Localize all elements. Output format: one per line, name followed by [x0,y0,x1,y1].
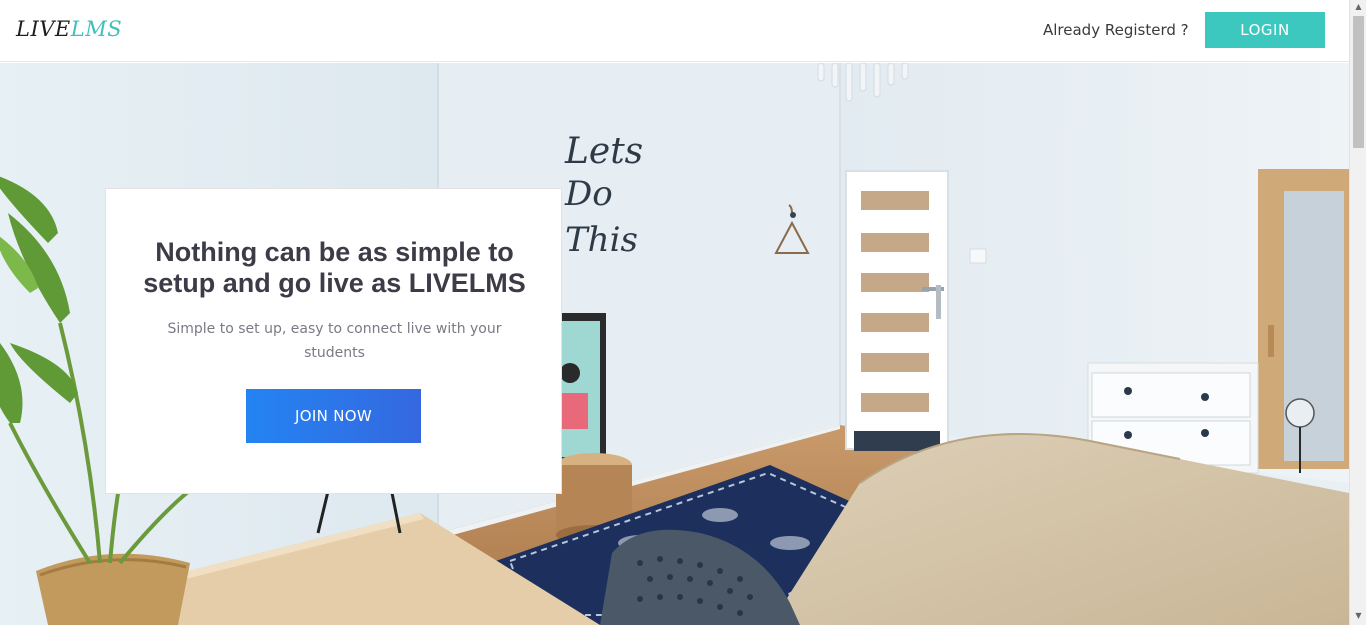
wall-lettering-line-3: This [565,220,638,260]
scroll-up-arrow-icon[interactable]: ▲ [1350,0,1366,14]
logo-part-lms: LMS [70,17,123,41]
scrollbar-thumb[interactable] [1353,16,1364,148]
top-navbar: LIVELMS Already Registerd ? LOGIN [0,0,1349,62]
hero-card: Nothing can be as simple to setup and go… [105,188,562,494]
already-registered-text: Already Registerd ? [1043,21,1189,39]
wall-lettering-line-2: Do [564,174,613,214]
hero-title: Nothing can be as simple to setup and go… [143,237,526,298]
wall-lettering-line-1: Lets [564,131,643,172]
page-scrollbar[interactable]: ▲ ▼ [1349,0,1366,625]
logo-part-live: LIVE [16,17,71,41]
login-button[interactable]: LOGIN [1205,12,1325,48]
hero-subtitle: Simple to set up, easy to connect live w… [167,321,502,361]
logo[interactable]: LIVELMS [16,17,122,41]
join-now-button[interactable]: JOIN NOW [246,389,421,443]
scroll-down-arrow-icon[interactable]: ▼ [1350,609,1366,623]
